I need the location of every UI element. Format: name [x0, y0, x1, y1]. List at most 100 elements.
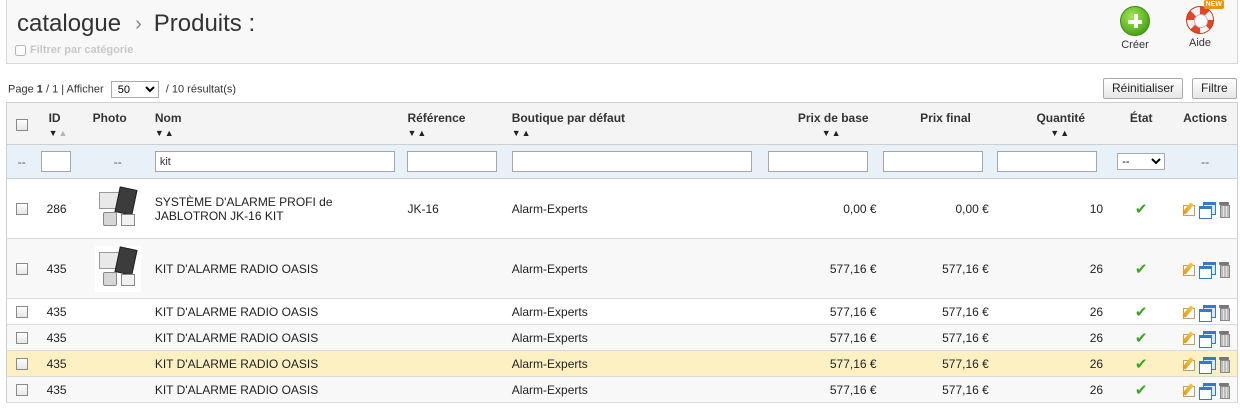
- sort-asc-icon[interactable]: ▲: [522, 128, 531, 138]
- sort-desc-icon[interactable]: ▼: [49, 128, 58, 138]
- name-sort-controls: ▼▲: [155, 128, 405, 138]
- product-name[interactable]: KIT D'ALARME RADIO OASIS: [152, 350, 406, 377]
- sort-desc-icon[interactable]: ▼: [512, 128, 521, 138]
- per-page-select[interactable]: 50: [110, 81, 159, 98]
- filter-final-price-input[interactable]: [882, 151, 983, 172]
- filter-id-input[interactable]: [40, 151, 71, 172]
- actions-cell: [1173, 298, 1238, 325]
- product-name[interactable]: KIT D'ALARME RADIO OASIS: [152, 376, 406, 403]
- category-filter-toggle[interactable]: Filtrer par catégorie: [15, 44, 133, 56]
- base-price: 577,16 €: [766, 238, 881, 299]
- sort-asc-icon[interactable]: ▲: [58, 128, 67, 138]
- trash-icon[interactable]: [1219, 356, 1231, 373]
- product-name[interactable]: SYSTÈME D'ALARME PROFI de JABLOTRON JK-1…: [152, 178, 406, 239]
- trash-icon[interactable]: [1219, 304, 1231, 321]
- product-reference: JK-16: [405, 178, 510, 239]
- reset-button[interactable]: Réinitialiser: [1103, 78, 1184, 99]
- check-icon[interactable]: ✔: [1135, 356, 1148, 373]
- check-icon[interactable]: ✔: [1135, 304, 1148, 321]
- product-name[interactable]: KIT D'ALARME RADIO OASIS: [152, 238, 406, 299]
- filter-base-price-input[interactable]: [768, 151, 869, 172]
- lifebuoy-icon: [1186, 6, 1214, 34]
- filter-state-select[interactable]: --: [1117, 153, 1166, 170]
- column-base-price-label: Prix de base: [797, 111, 869, 125]
- column-name-label: Nom: [154, 111, 182, 125]
- row-checkbox[interactable]: [15, 332, 28, 345]
- duplicate-icon[interactable]: [1199, 201, 1217, 219]
- pencil-icon[interactable]: [1182, 262, 1195, 277]
- row-checkbox[interactable]: [15, 306, 28, 319]
- duplicate-icon[interactable]: [1199, 304, 1217, 322]
- select-all-checkbox[interactable]: [15, 118, 28, 131]
- category-filter-checkbox[interactable]: [15, 44, 26, 56]
- table-row[interactable]: 435 KIT D'ALARME RADIO OASIS Alarm-Exper…: [6, 376, 1238, 403]
- create-label: Créer: [1121, 39, 1149, 51]
- quantity: 26: [994, 298, 1110, 325]
- table-row[interactable]: 435 KIT D'ALARME RADIO OASIS Alarm-Exper…: [6, 324, 1238, 351]
- row-select-cell: [6, 298, 37, 325]
- table-row[interactable]: 435 KIT D'ALARME RADIO OASIS Alarm-Exper…: [6, 298, 1238, 325]
- final-price: 577,16 €: [880, 376, 995, 403]
- trash-icon[interactable]: [1219, 261, 1231, 278]
- pencil-icon[interactable]: [1182, 383, 1195, 398]
- filter-quantity-input[interactable]: [996, 151, 1097, 172]
- duplicate-icon[interactable]: [1199, 330, 1217, 348]
- base-price: 577,16 €: [766, 298, 881, 325]
- product-name[interactable]: KIT D'ALARME RADIO OASIS: [152, 298, 406, 325]
- sort-asc-icon[interactable]: ▲: [165, 128, 174, 138]
- row-checkbox[interactable]: [15, 203, 28, 216]
- product-thumbnail[interactable]: [94, 245, 141, 292]
- actions-cell: [1173, 376, 1238, 403]
- check-icon[interactable]: ✔: [1135, 261, 1148, 278]
- sort-asc-icon[interactable]: ▲: [417, 128, 426, 138]
- check-icon[interactable]: ✔: [1135, 201, 1148, 218]
- trash-icon[interactable]: [1219, 382, 1231, 399]
- sort-desc-icon[interactable]: ▼: [1050, 128, 1059, 138]
- photo-cell: [82, 238, 153, 299]
- quantity: 26: [994, 238, 1110, 299]
- table-row[interactable]: 286 SYSTÈME D'ALARME PROFI de JABLOTRON …: [6, 178, 1238, 239]
- trash-icon[interactable]: [1219, 330, 1231, 347]
- product-reference: [405, 376, 510, 403]
- filter-name-input[interactable]: [154, 151, 395, 172]
- filter-cell-actions: --: [1173, 144, 1238, 179]
- duplicate-icon[interactable]: [1199, 261, 1217, 279]
- thumbnail-part: [114, 245, 138, 276]
- help-button[interactable]: NEW Aide: [1175, 0, 1225, 49]
- shop-sort-controls: ▼▲: [512, 128, 766, 138]
- row-checkbox[interactable]: [15, 358, 28, 371]
- product-thumbnail[interactable]: [94, 185, 141, 232]
- pencil-icon[interactable]: [1182, 305, 1195, 320]
- breadcrumb-root[interactable]: catalogue: [17, 10, 121, 37]
- quantity-sort-controls: ▼▲: [996, 128, 1085, 138]
- row-checkbox[interactable]: [15, 384, 28, 397]
- pencil-icon[interactable]: [1182, 331, 1195, 346]
- table-header-row: ID ▼▲ Photo Nom ▼▲ Référence ▼▲ Boutique…: [6, 102, 1238, 145]
- select-all-cell: [6, 102, 37, 145]
- duplicate-icon[interactable]: [1199, 382, 1217, 400]
- sort-desc-icon[interactable]: ▼: [822, 128, 831, 138]
- table-row[interactable]: 435 KIT D'ALARME RADIO OASIS Alarm-Exper…: [6, 350, 1238, 377]
- quantity: 26: [994, 350, 1110, 377]
- filter-button[interactable]: Filtre: [1192, 78, 1237, 99]
- help-icon-wrap: NEW: [1186, 0, 1224, 34]
- table-row[interactable]: 435 KIT D'ALARME RADIO OASIS Alarm-Exper…: [6, 238, 1238, 299]
- state-cell: ✔: [1109, 298, 1174, 325]
- new-badge: NEW: [1203, 0, 1224, 9]
- sort-desc-icon[interactable]: ▼: [155, 128, 164, 138]
- pencil-icon[interactable]: [1182, 202, 1195, 217]
- product-name[interactable]: KIT D'ALARME RADIO OASIS: [152, 324, 406, 351]
- filter-cell-base-price: [766, 144, 881, 179]
- pencil-icon[interactable]: [1182, 357, 1195, 372]
- check-icon[interactable]: ✔: [1135, 382, 1148, 399]
- sort-desc-icon[interactable]: ▼: [407, 128, 416, 138]
- filter-reference-input[interactable]: [407, 151, 498, 172]
- sort-asc-icon[interactable]: ▲: [832, 128, 841, 138]
- duplicate-icon[interactable]: [1199, 356, 1217, 374]
- create-button[interactable]: Créer: [1110, 6, 1160, 51]
- check-icon[interactable]: ✔: [1135, 330, 1148, 347]
- row-checkbox[interactable]: [15, 263, 28, 276]
- filter-shop-input[interactable]: [511, 151, 752, 172]
- trash-icon[interactable]: [1219, 201, 1231, 218]
- sort-asc-icon[interactable]: ▲: [1060, 128, 1069, 138]
